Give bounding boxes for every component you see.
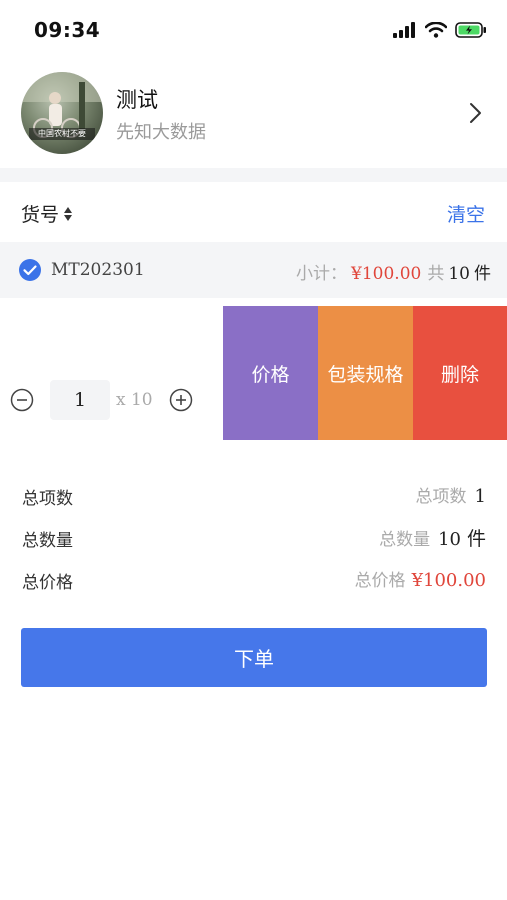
total-items-value: 1 xyxy=(474,486,486,507)
clear-button[interactable]: 清空 xyxy=(447,200,485,227)
total-items-value-group: 总项数 1 xyxy=(416,482,486,507)
total-items-label: 总项数 xyxy=(22,489,73,509)
avatar-caption: 中国农村不要 xyxy=(29,128,95,140)
quantity-input[interactable]: 1 xyxy=(50,380,110,420)
quantity-multiplier: x 10 xyxy=(116,390,153,410)
subtotal-price: ¥100.00 xyxy=(351,264,422,284)
profile-name: 测试 xyxy=(116,88,158,112)
total-quantity-key: 总数量 xyxy=(379,530,431,550)
summary-row-items: 总项数 总项数 1 xyxy=(0,478,507,520)
signal-icon xyxy=(393,22,415,38)
total-quantity-unit: 件 xyxy=(466,528,486,550)
subtotal: 小计： ¥100.00 共 10 件 xyxy=(296,259,491,284)
profile-card[interactable]: 中国农村不要 测试 先知大数据 xyxy=(0,62,507,168)
total-price-value: ¥100.00 xyxy=(411,570,486,591)
total-price-key: 总价格 xyxy=(354,571,406,591)
status-time: 09:34 xyxy=(34,18,101,42)
order-summary: 总项数 总项数 1 总数量 总数量 10 件 总价格 总价格 ¥100.00 xyxy=(0,478,507,604)
quantity-stepper: 1 x 10 xyxy=(10,380,193,420)
chevron-right-icon[interactable] xyxy=(469,102,483,124)
delete-action-button[interactable]: 删除 xyxy=(413,306,507,440)
total-quantity-label: 总数量 xyxy=(22,531,73,551)
sort-icon xyxy=(64,206,73,221)
summary-row-quantity: 总数量 总数量 10 件 xyxy=(0,520,507,562)
list-toolbar: 货号 清空 xyxy=(0,182,507,242)
plus-wrap xyxy=(169,388,193,412)
plus-circle-icon[interactable] xyxy=(169,388,193,412)
wifi-icon xyxy=(425,22,447,38)
avatar: 中国农村不要 xyxy=(21,72,103,154)
minus-circle-icon[interactable] xyxy=(10,388,34,412)
total-quantity-value-group: 总数量 10 件 xyxy=(379,524,486,551)
total-items-key: 总项数 xyxy=(415,487,467,507)
place-order-button[interactable]: 下单 xyxy=(21,628,487,687)
total-price-value-group: 总价格 ¥100.00 xyxy=(355,566,486,591)
subtotal-quantity: 10 xyxy=(448,264,470,284)
item-code: MT202301 xyxy=(51,260,145,280)
cart-item-row[interactable]: 1 x 10 价格 包装规格 删除 xyxy=(0,306,507,440)
subtotal-total-prefix: 共 xyxy=(427,264,445,284)
subtotal-label: 小计： xyxy=(296,264,348,284)
subtotal-unit: 件 xyxy=(474,264,491,284)
status-icons xyxy=(393,22,487,38)
price-action-button[interactable]: 价格 xyxy=(223,306,318,440)
checkbox-checked-icon[interactable] xyxy=(18,258,42,282)
section-divider xyxy=(0,168,507,182)
total-price-label: 总价格 xyxy=(22,573,73,593)
status-bar: 09:34 xyxy=(0,0,507,62)
sort-by-code-button[interactable]: 货号 xyxy=(21,200,73,227)
avatar-figure-icon xyxy=(21,72,103,138)
swipe-actions: 价格 包装规格 删除 xyxy=(223,306,507,440)
sort-label: 货号 xyxy=(21,204,60,226)
summary-row-price: 总价格 总价格 ¥100.00 xyxy=(0,562,507,604)
total-quantity-value: 10 xyxy=(438,529,461,550)
item-group-header: MT202301 小计： ¥100.00 共 10 件 xyxy=(0,242,507,298)
battery-icon xyxy=(455,22,486,38)
profile-subtitle: 先知大数据 xyxy=(116,122,206,143)
package-spec-action-button[interactable]: 包装规格 xyxy=(318,306,413,440)
